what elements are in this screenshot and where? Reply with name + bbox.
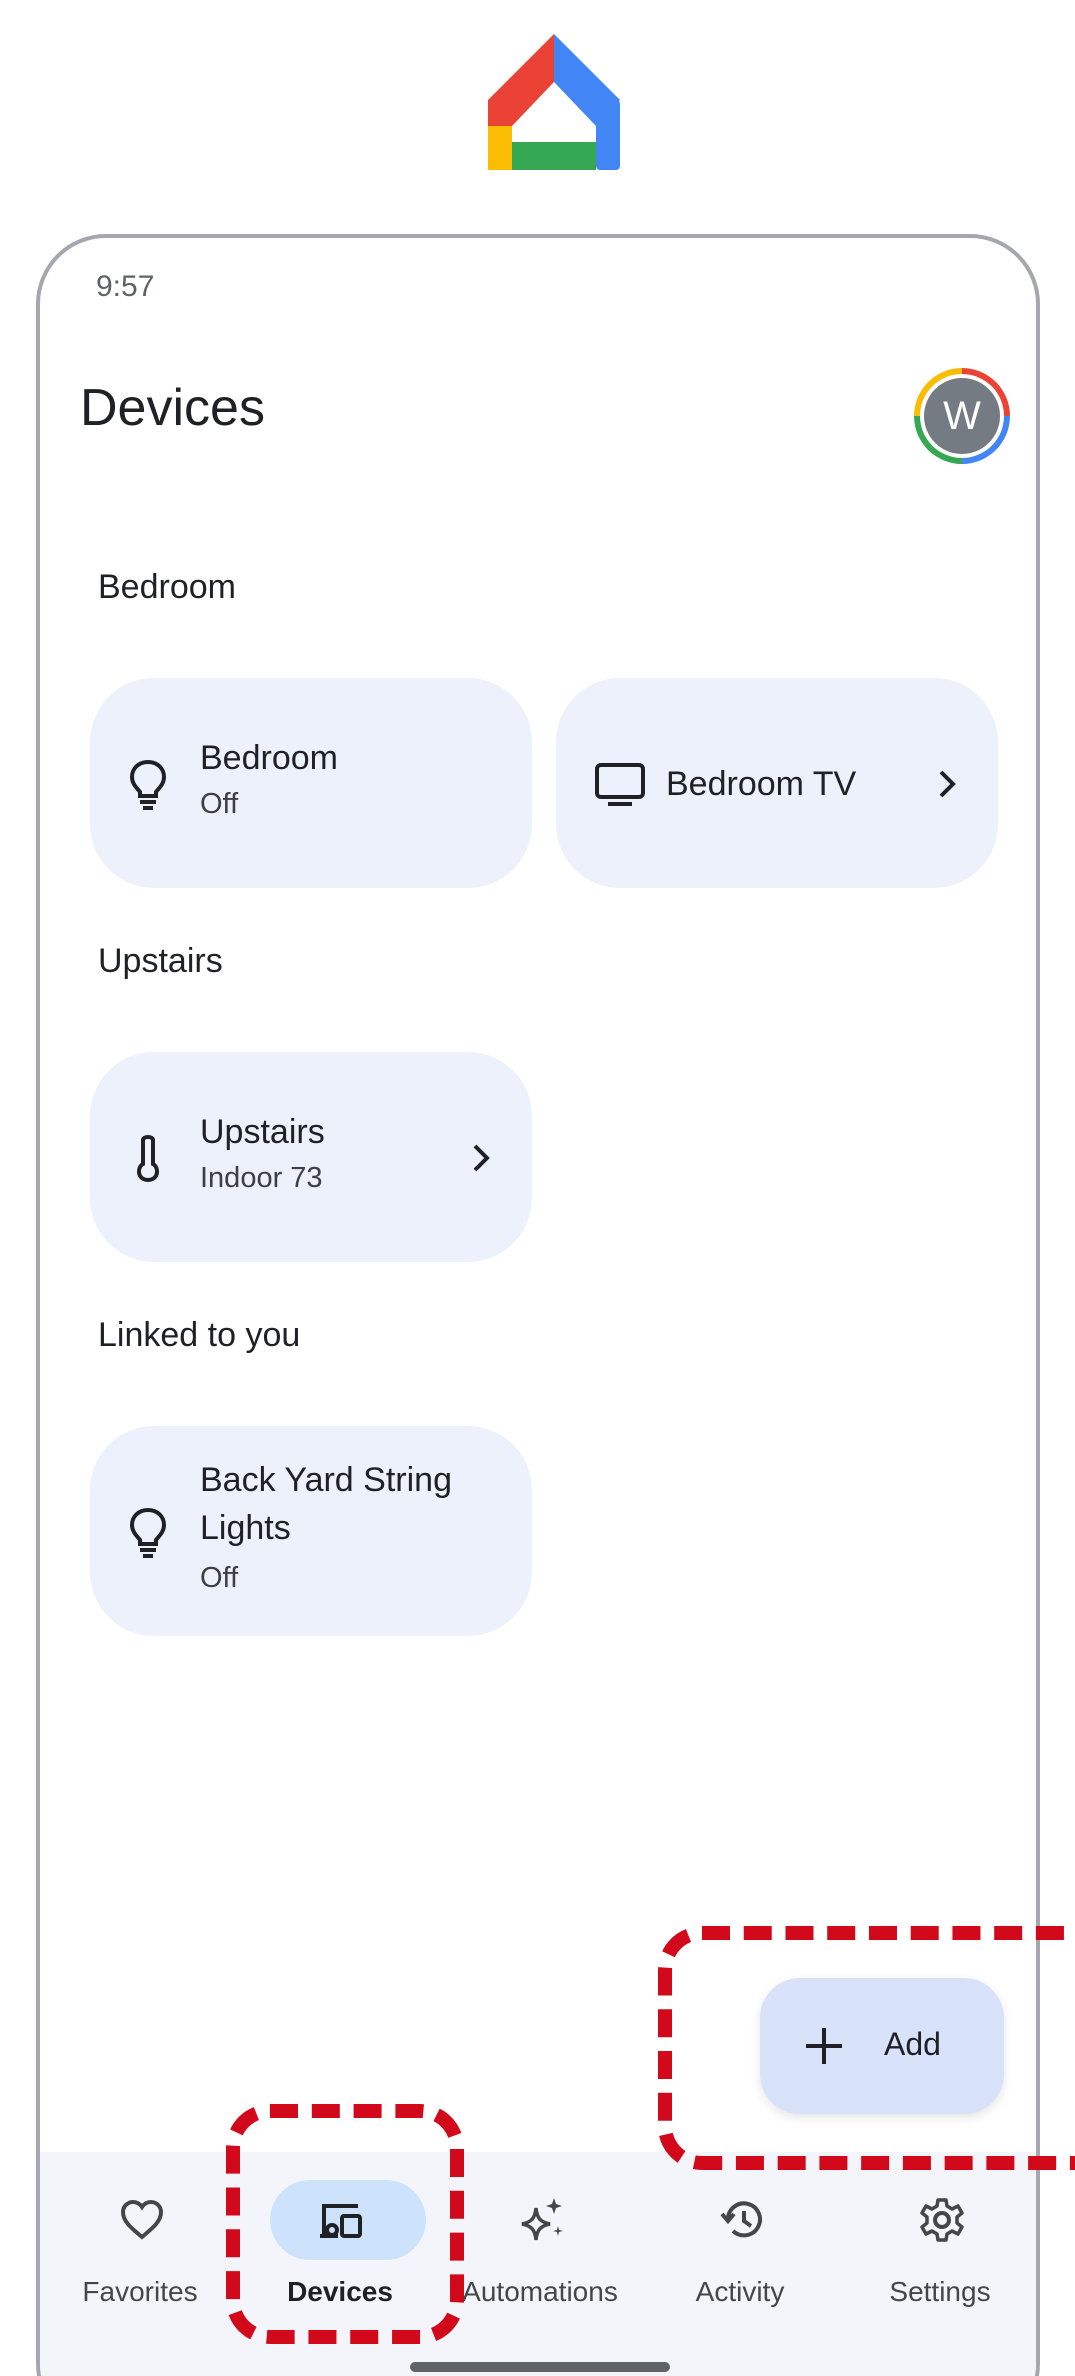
tile-status: Off xyxy=(200,1562,239,1594)
nav-label: Automations xyxy=(462,2276,618,2307)
tv-icon xyxy=(595,763,645,806)
tile-title: Bedroom xyxy=(200,739,338,777)
chevron-right-icon xyxy=(939,770,956,798)
nav-item-activity[interactable]: Activity xyxy=(640,2152,840,2352)
history-icon xyxy=(720,2201,762,2238)
device-tile-upstairs-thermostat[interactable]: Upstairs Indoor 73 xyxy=(90,1052,532,1262)
nav-label: Activity xyxy=(695,2276,785,2307)
thermometer-icon xyxy=(137,1135,159,1183)
highlight-add-button xyxy=(658,1926,1075,2170)
avatar-initial: W xyxy=(924,378,1000,454)
tile-title: Bedroom TV xyxy=(666,765,857,803)
lightbulb-icon xyxy=(129,759,167,810)
tile-status: Off xyxy=(200,788,239,820)
nav-label: Settings xyxy=(889,2276,991,2307)
device-tile-bedroom-tv[interactable]: Bedroom TV xyxy=(556,678,998,888)
section-label-bedroom: Bedroom xyxy=(98,568,236,606)
page-title: Devices xyxy=(80,379,265,437)
heart-icon xyxy=(120,2199,164,2240)
account-avatar[interactable]: W xyxy=(914,368,1010,464)
bottom-navigation: Favorites Devices Automations Activity S… xyxy=(40,2152,1036,2376)
nav-label: Favorites xyxy=(82,2276,198,2307)
gesture-handle[interactable] xyxy=(410,2362,670,2372)
lightbulb-icon xyxy=(129,1507,167,1558)
chevron-right-icon xyxy=(473,1144,490,1172)
device-tile-back-yard-string-lights[interactable]: Back Yard String Lights Off xyxy=(90,1426,532,1636)
tile-title-line-1: Back Yard String xyxy=(200,1461,452,1499)
nav-item-settings[interactable]: Settings xyxy=(840,2152,1036,2352)
highlight-devices-tab xyxy=(226,2104,464,2344)
google-home-logo-icon xyxy=(488,34,620,170)
section-label-upstairs: Upstairs xyxy=(98,942,223,980)
nav-item-automations[interactable]: Automations xyxy=(440,2152,640,2352)
section-label-linked-to-you: Linked to you xyxy=(98,1316,301,1354)
tile-title-line-2: Lights xyxy=(200,1509,291,1547)
page: 9:57 Devices W Bedroom Bedroom Off Bedro… xyxy=(0,0,1075,2376)
tile-title: Upstairs xyxy=(200,1113,325,1151)
status-time: 9:57 xyxy=(96,270,155,303)
nav-item-favorites[interactable]: Favorites xyxy=(40,2152,240,2352)
gear-icon xyxy=(920,2198,964,2242)
sparkle-icon xyxy=(521,2198,563,2241)
device-tile-bedroom-light[interactable]: Bedroom Off xyxy=(90,678,532,888)
tile-status: Indoor 73 xyxy=(200,1162,323,1194)
